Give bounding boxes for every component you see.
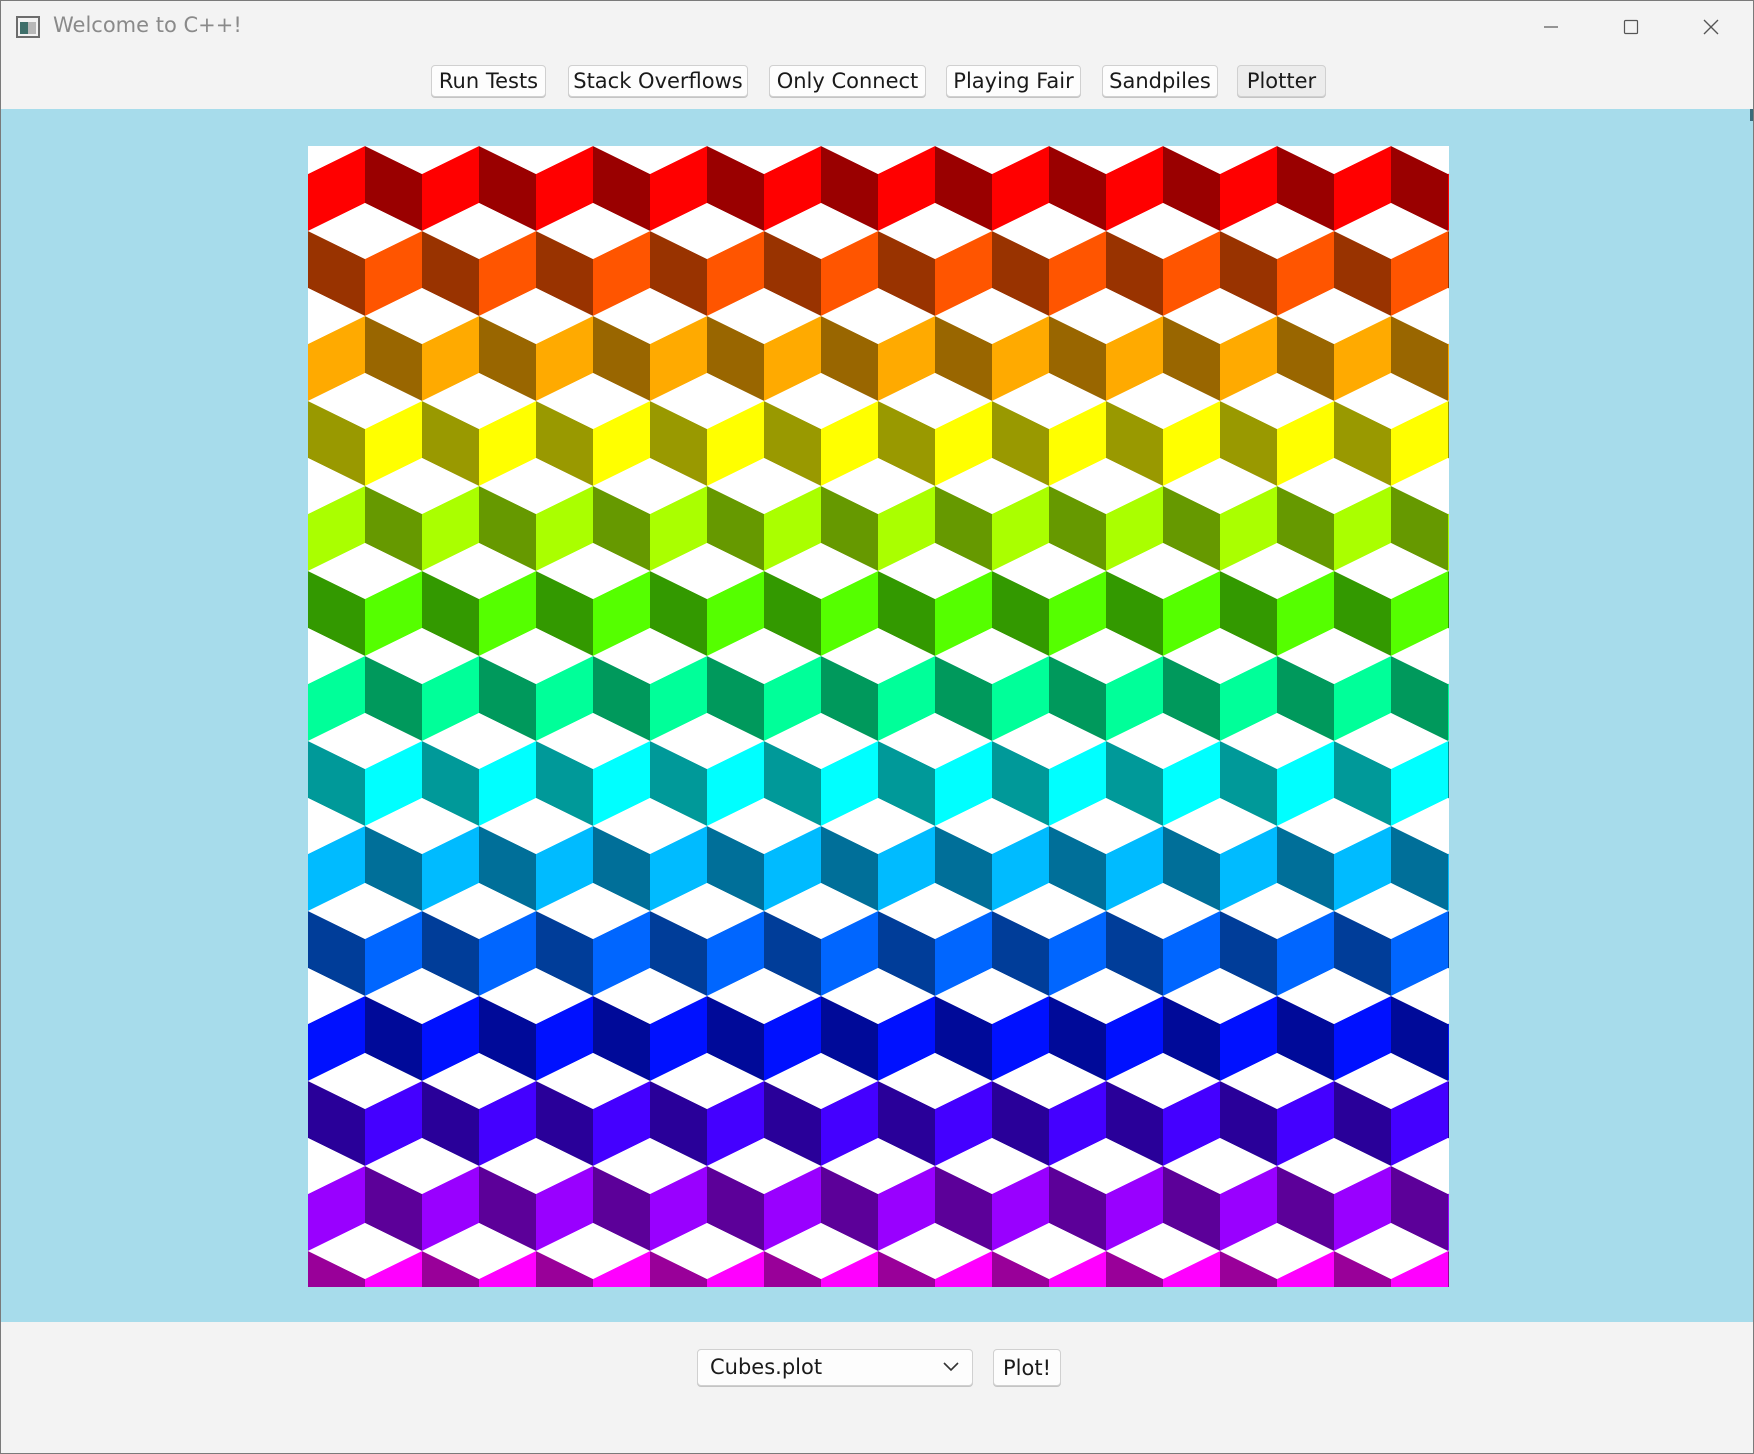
close-button[interactable] bbox=[1671, 1, 1751, 53]
stack-overflows-button[interactable]: Stack Overflows bbox=[568, 65, 748, 97]
chevron-down-icon bbox=[943, 1362, 959, 1372]
minimize-icon bbox=[1544, 26, 1558, 28]
plot-file-value: Cubes.plot bbox=[710, 1355, 823, 1379]
window-title: Welcome to C++! bbox=[53, 13, 242, 37]
cubes-plot bbox=[308, 146, 1449, 1287]
app-window: Welcome to C++! Run Tests Stack Overflow… bbox=[0, 0, 1754, 1454]
plotter-area bbox=[1, 109, 1753, 1322]
title-bar: Welcome to C++! bbox=[1, 1, 1753, 53]
playing-fair-button[interactable]: Playing Fair bbox=[946, 65, 1081, 97]
toolbar: Run Tests Stack Overflows Only Connect P… bbox=[1, 53, 1753, 109]
plot-button[interactable]: Plot! bbox=[993, 1349, 1061, 1386]
app-icon bbox=[16, 16, 40, 38]
plot-file-select[interactable]: Cubes.plot bbox=[697, 1349, 973, 1386]
only-connect-button[interactable]: Only Connect bbox=[769, 65, 926, 97]
minimize-button[interactable] bbox=[1511, 1, 1591, 53]
plotter-button[interactable]: Plotter bbox=[1237, 65, 1326, 97]
bottom-bar: Cubes.plot Plot! bbox=[1, 1322, 1753, 1453]
close-icon bbox=[1703, 19, 1719, 35]
run-tests-button[interactable]: Run Tests bbox=[431, 65, 546, 97]
sandpiles-button[interactable]: Sandpiles bbox=[1102, 65, 1218, 97]
cube-face-dark bbox=[1448, 1251, 1449, 1287]
maximize-button[interactable] bbox=[1591, 1, 1671, 53]
plot-canvas bbox=[308, 146, 1449, 1287]
maximize-icon bbox=[1623, 19, 1639, 35]
